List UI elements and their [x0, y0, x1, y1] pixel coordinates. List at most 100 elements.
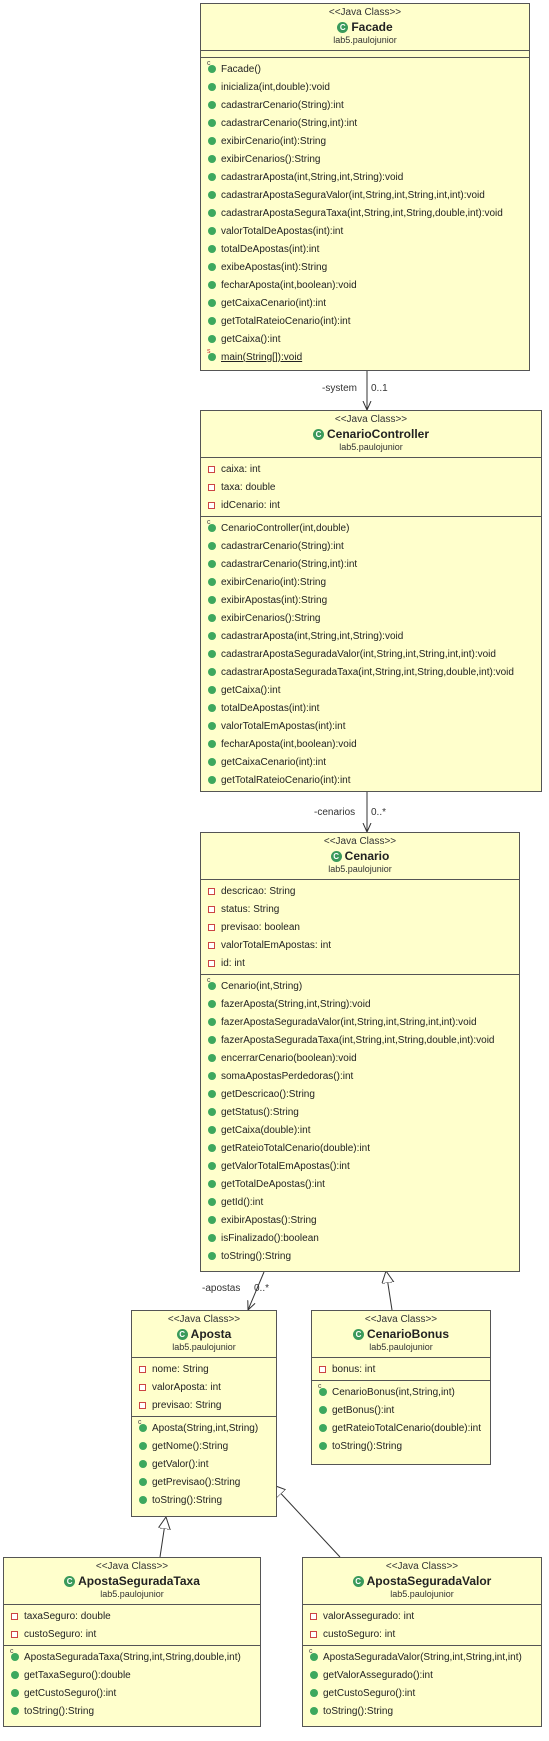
field-row[interactable]: id: int — [201, 954, 519, 972]
field-row[interactable]: valorTotalEmApostas: int — [201, 936, 519, 954]
method-row[interactable]: getTotalDeApostas():int — [201, 1175, 519, 1193]
method-row[interactable]: isFinalizado():boolean — [201, 1229, 519, 1247]
method-row[interactable]: toString():String — [201, 1247, 519, 1265]
class-aposta[interactable]: <<Java Class>> C Aposta lab5.paulojunior nom… — [131, 1310, 277, 1517]
method-row[interactable]: fazerApostaSeguradaValor(int,String,int,… — [201, 1013, 519, 1031]
method-row[interactable]: exibirCenarios():String — [201, 150, 529, 168]
method-row[interactable]: getCaixa():int — [201, 681, 541, 699]
field-row[interactable]: taxaSeguro: double — [4, 1607, 260, 1625]
field-row[interactable]: descricao: String — [201, 882, 519, 900]
field-row[interactable]: valorAposta: int — [132, 1378, 276, 1396]
method-row[interactable]: encerrarCenario(boolean):void — [201, 1049, 519, 1067]
method-row[interactable]: getValorTotalEmApostas():int — [201, 1157, 519, 1175]
class-cenario[interactable]: <<Java Class>> C Cenario lab5.paulojunior de… — [200, 832, 520, 1272]
method-row[interactable]: cadastrarCenario(String):int — [201, 537, 541, 555]
method-row[interactable]: c ApostaSeguradaTaxa(String,int,String,do… — [4, 1648, 260, 1666]
public-method-icon — [208, 263, 216, 271]
method-row[interactable]: inicializa(int,double):void — [201, 78, 529, 96]
method-row[interactable]: c CenarioBonus(int,String,int) — [312, 1383, 490, 1401]
method-row[interactable]: cadastrarApostaSeguraValor(int,String,in… — [201, 186, 529, 204]
method-row[interactable]: cadastrarApostaSeguradaValor(int,String,… — [201, 645, 541, 663]
method-row[interactable]: getId():int — [201, 1193, 519, 1211]
method-row[interactable]: cadastrarAposta(int,String,int,String):v… — [201, 627, 541, 645]
constructor-icon: c — [207, 60, 216, 73]
field-row[interactable]: previsao: String — [132, 1396, 276, 1414]
field-text: custoSeguro: int — [323, 1628, 396, 1640]
class-cenario-controller[interactable]: <<Java Class>> C CenarioController lab5.pau… — [200, 410, 542, 792]
class-aposta-segurada-taxa[interactable]: <<Java Class>> C ApostaSeguradaTaxa lab5.pa… — [3, 1557, 261, 1727]
fields-section: bonus: int — [312, 1358, 490, 1381]
class-aposta-segurada-valor[interactable]: <<Java Class>> C ApostaSeguradaValor lab5.p… — [302, 1557, 542, 1727]
method-row[interactable]: valorTotalDeApostas(int):int — [201, 222, 529, 240]
method-row[interactable]: toString():String — [4, 1702, 260, 1720]
stereotype-label: <<Java Class>> — [334, 414, 408, 425]
method-row[interactable]: c ApostaSeguradaValor(String,int,String,i… — [303, 1648, 541, 1666]
method-row[interactable]: getStatus():String — [201, 1103, 519, 1121]
method-row[interactable]: getValor():int — [132, 1455, 276, 1473]
field-row[interactable]: taxa: double — [201, 478, 541, 496]
method-row[interactable]: getCaixa(double):int — [201, 1121, 519, 1139]
method-row[interactable]: getNome():String — [132, 1437, 276, 1455]
method-row[interactable]: exibirApostas():String — [201, 1211, 519, 1229]
method-row[interactable]: somaApostasPerdedoras():int — [201, 1067, 519, 1085]
method-row[interactable]: cadastrarApostaSeguradaTaxa(int,String,i… — [201, 663, 541, 681]
field-row[interactable]: status: String — [201, 900, 519, 918]
method-row[interactable]: exibeApostas(int):String — [201, 258, 529, 276]
method-row[interactable]: getValorAssegurado():int — [303, 1666, 541, 1684]
method-row[interactable]: fazerApostaSeguradaTaxa(int,String,int,S… — [201, 1031, 519, 1049]
method-row[interactable]: c Cenario(int,String) — [201, 977, 519, 995]
method-text: toString():String — [152, 1494, 223, 1506]
class-facade[interactable]: <<Java Class>> C Facade lab5.paulojunior c Fa… — [200, 3, 530, 371]
method-row[interactable]: fecharAposta(int,boolean):void — [201, 276, 529, 294]
method-row[interactable]: cadastrarApostaSeguraTaxa(int,String,int… — [201, 204, 529, 222]
method-row[interactable]: getBonus():int — [312, 1401, 490, 1419]
field-row[interactable]: valorAssegurado: int — [303, 1607, 541, 1625]
method-row[interactable]: getCaixaCenario(int):int — [201, 753, 541, 771]
method-row[interactable]: getCustoSeguro():int — [303, 1684, 541, 1702]
field-row[interactable]: bonus: int — [312, 1360, 490, 1378]
method-row[interactable]: valorTotalEmApostas(int):int — [201, 717, 541, 735]
method-row[interactable]: s main(String[]):void — [201, 348, 529, 366]
method-row[interactable]: exibirCenarios():String — [201, 609, 541, 627]
method-row[interactable]: c CenarioController(int,double) — [201, 519, 541, 537]
method-row[interactable]: exibirApostas(int):String — [201, 591, 541, 609]
method-row[interactable]: cadastrarCenario(String,int):int — [201, 555, 541, 573]
method-row[interactable]: c Facade() — [201, 60, 529, 78]
method-row[interactable]: getTaxaSeguro():double — [4, 1666, 260, 1684]
field-row[interactable]: custoSeguro: int — [4, 1625, 260, 1643]
method-row[interactable]: cadastrarAposta(int,String,int,String):v… — [201, 168, 529, 186]
public-method-icon — [310, 1671, 318, 1679]
method-row[interactable]: getCustoSeguro():int — [4, 1684, 260, 1702]
method-row[interactable]: exibirCenario(int):String — [201, 132, 529, 150]
method-row[interactable]: getRateioTotalCenario(double):int — [201, 1139, 519, 1157]
method-row[interactable]: getTotalRateioCenario(int):int — [201, 771, 541, 789]
method-text: Aposta(String,int,String) — [152, 1422, 259, 1434]
method-row[interactable]: getTotalRateioCenario(int):int — [201, 312, 529, 330]
field-row[interactable]: nome: String — [132, 1360, 276, 1378]
public-method-icon — [208, 155, 216, 163]
public-method-icon — [208, 173, 216, 181]
method-row[interactable]: toString():String — [312, 1437, 490, 1455]
class-cenario-bonus[interactable]: <<Java Class>> C CenarioBonus lab5.paulojun… — [311, 1310, 491, 1465]
method-row[interactable]: getRateioTotalCenario(double):int — [312, 1419, 490, 1437]
method-row[interactable]: toString():String — [303, 1702, 541, 1720]
method-row[interactable]: cadastrarCenario(String):int — [201, 96, 529, 114]
method-row[interactable]: getPrevisao():String — [132, 1473, 276, 1491]
method-row[interactable]: getDescricao():String — [201, 1085, 519, 1103]
method-row[interactable]: totalDeApostas(int):int — [201, 699, 541, 717]
method-row[interactable]: toString():String — [132, 1491, 276, 1509]
method-row[interactable]: totalDeApostas(int):int — [201, 240, 529, 258]
method-row[interactable]: getCaixaCenario(int):int — [201, 294, 529, 312]
private-field-icon — [310, 1630, 317, 1638]
method-row[interactable]: fecharAposta(int,boolean):void — [201, 735, 541, 753]
field-row[interactable]: caixa: int — [201, 460, 541, 478]
method-row[interactable]: fazerAposta(String,int,String):void — [201, 995, 519, 1013]
public-method-icon — [208, 245, 216, 253]
method-row[interactable]: cadastrarCenario(String,int):int — [201, 114, 529, 132]
field-row[interactable]: previsao: boolean — [201, 918, 519, 936]
field-row[interactable]: idCenario: int — [201, 496, 541, 514]
method-row[interactable]: getCaixa():int — [201, 330, 529, 348]
field-row[interactable]: custoSeguro: int — [303, 1625, 541, 1643]
method-row[interactable]: c Aposta(String,int,String) — [132, 1419, 276, 1437]
method-row[interactable]: exibirCenario(int):String — [201, 573, 541, 591]
